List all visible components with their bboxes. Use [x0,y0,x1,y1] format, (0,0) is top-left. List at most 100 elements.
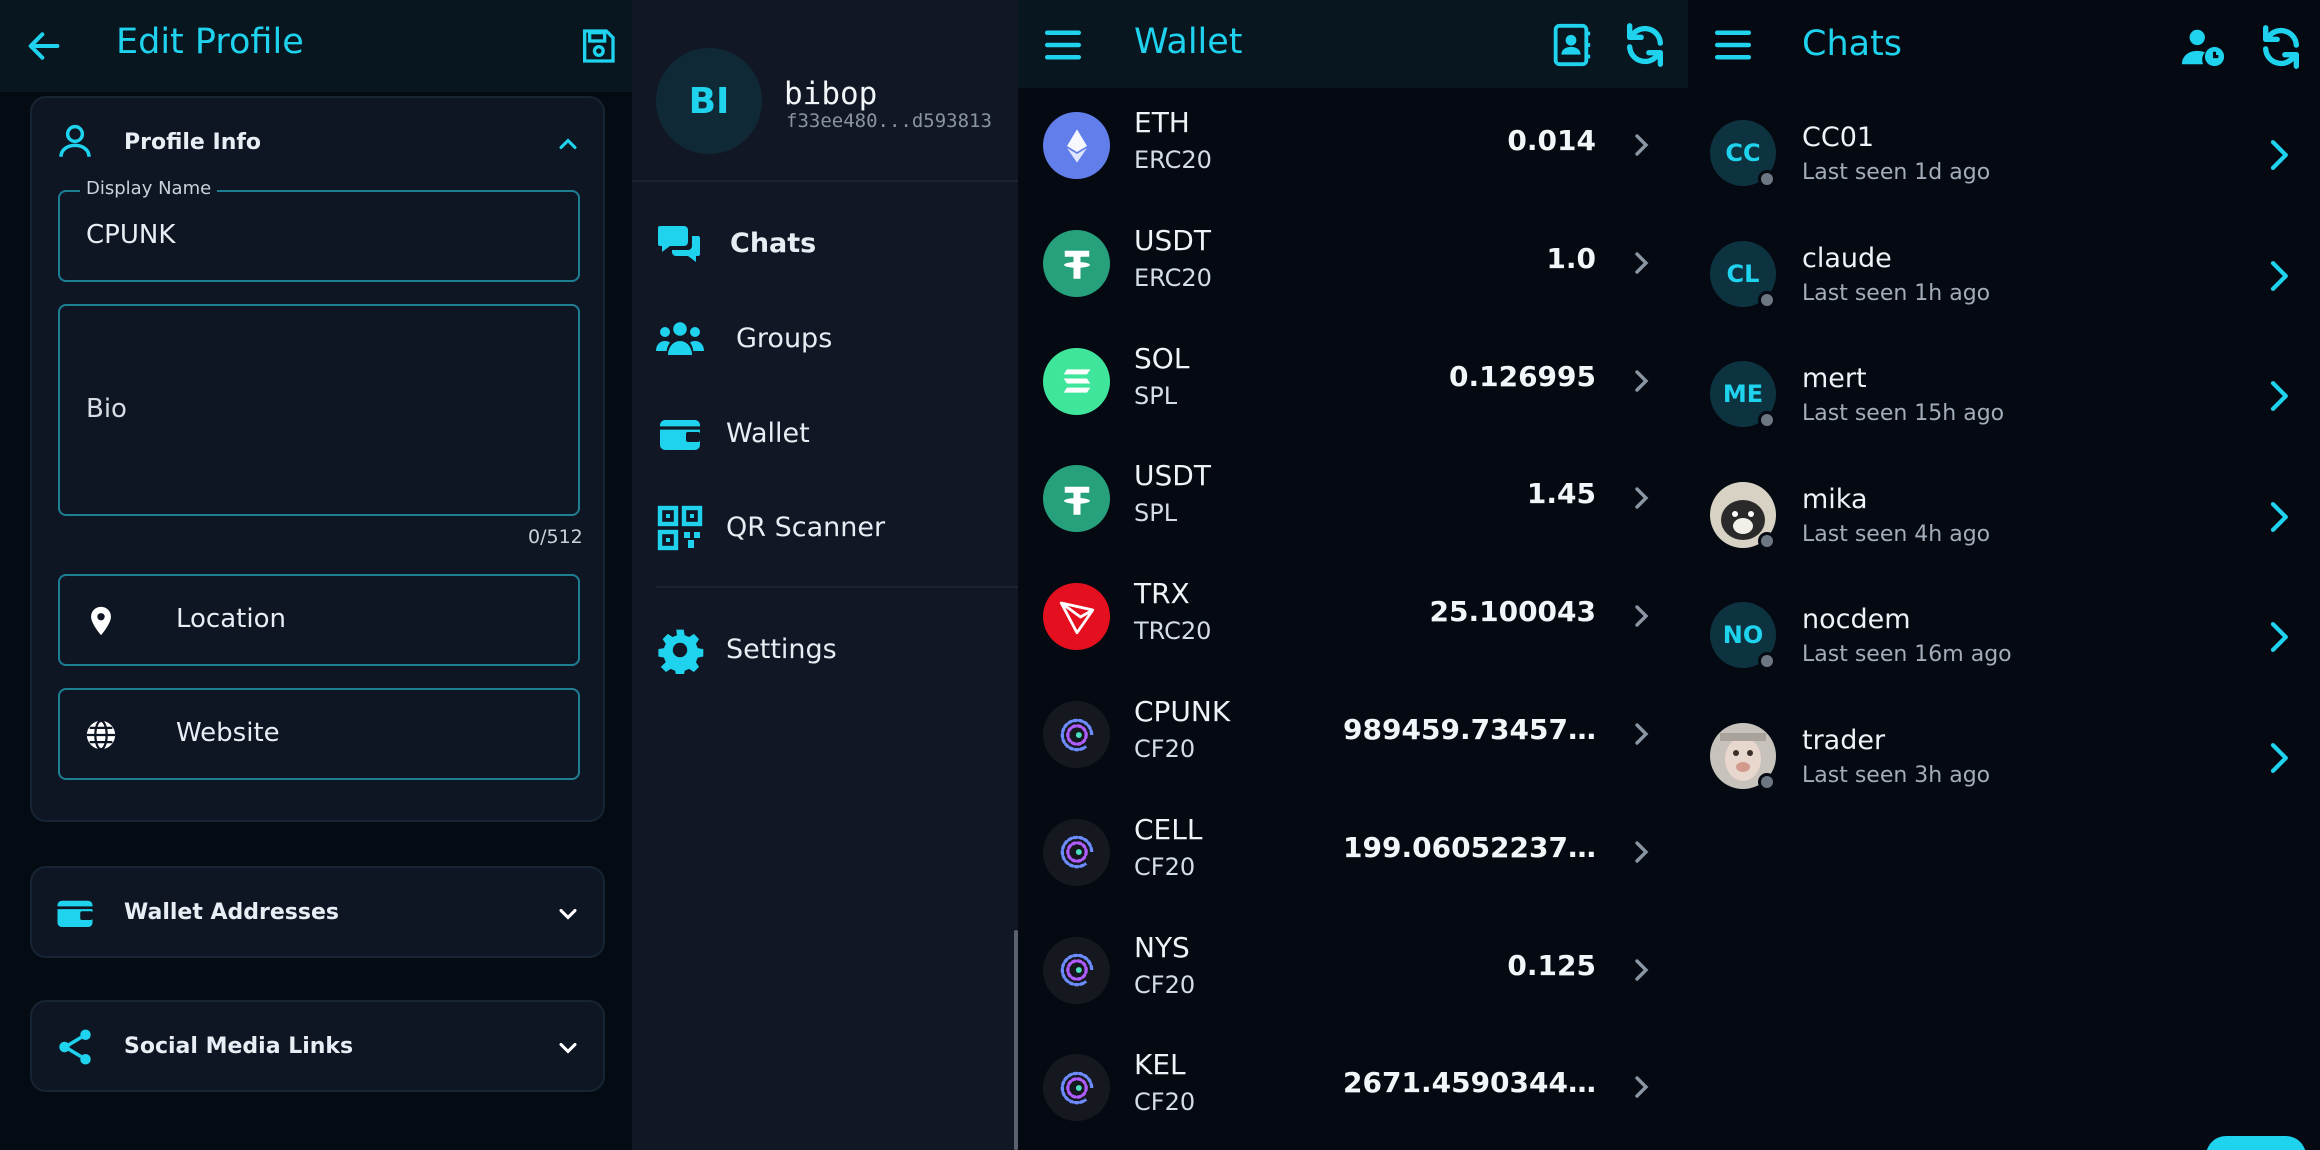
wallet-icon [660,420,700,450]
contact-row[interactable]: CC CC01 Last seen 1d ago [1688,92,2320,213]
token-network: SPL [1134,499,1178,528]
website-field[interactable]: Website [58,688,580,780]
bio-field[interactable]: Bio [58,304,580,516]
token-symbol: TRX [1134,577,1190,611]
wallet-app-bar: Wallet [1018,0,1688,88]
chevron-down-icon[interactable] [554,1034,582,1062]
chevron-right-icon [1635,1076,1649,1099]
globe-icon [86,719,116,751]
page-title: Edit Profile [116,22,304,62]
token-row[interactable]: CELL CF20 199.06052237… [1018,795,1688,913]
page-title: Chats [1802,24,1903,64]
token-network: CF20 [1134,735,1196,763]
token-network: SPL [1134,381,1178,410]
profile-info-header[interactable]: Profile Info [124,130,261,155]
token-balance: 0.126995 [1448,359,1596,393]
token-row[interactable]: USDT ERC20 1.0 [1018,206,1688,324]
token-symbol: NYS [1134,930,1190,964]
token-balance: 989459.73457… [1343,713,1596,746]
token-symbol: SOL [1134,341,1190,375]
contact-row[interactable]: NO nocdem Last seen 16m ago [1688,574,2320,695]
eth-icon [1043,112,1110,179]
page-title: Wallet [1134,22,1243,62]
token-balance: 2671.4590344… [1343,1066,1596,1100]
token-row[interactable]: NYS CF20 0.125 [1018,913,1688,1031]
drawer-divider [632,180,1018,182]
gear-icon [658,629,704,674]
token-symbol: CPUNK [1134,695,1231,728]
drawer-item-chats[interactable]: Chats [632,210,1018,274]
token-network: CF20 [1134,852,1196,881]
token-row[interactable]: CPUNK CF20 989459.73457… [1018,677,1688,795]
cellframe-icon [1043,1054,1110,1122]
contact-row[interactable]: CL claude Last seen 1h ago [1688,213,2320,334]
contact-row[interactable]: trader Last seen 3h ago [1688,695,2320,816]
last-seen: Last seen 16m ago [1802,642,2012,668]
hamburger-menu-icon[interactable] [1712,24,1754,66]
chevron-right-icon [1635,841,1649,863]
back-arrow-icon[interactable] [24,26,64,66]
token-row[interactable]: KEL CF20 2671.4590344… [1018,1030,1688,1148]
refresh-icon[interactable] [1622,22,1668,68]
profile-app-bar: Edit Profile [0,0,632,92]
token-balance: 1.0 [1546,241,1596,275]
person-icon [59,124,91,157]
token-row[interactable]: ETH ERC20 0.014 [1018,88,1688,206]
chevron-down-icon[interactable] [554,900,582,928]
bio-char-counter: 0/512 [528,526,583,548]
location-field[interactable]: Location [58,574,580,666]
token-symbol: USDT [1134,223,1211,257]
token-balance: 0.125 [1507,948,1596,982]
wallet-screen: Wallet ETH ERC20 0.014 USDT ERC20 1.0 SOL SPL 0.… [1018,0,1688,1150]
cellframe-icon [1043,818,1110,886]
refresh-icon[interactable] [2258,24,2304,70]
chevron-right-icon [2270,743,2288,773]
contact-name: nocdem [1802,604,1911,636]
token-row[interactable]: TRX TRC20 25.100043 [1018,559,1688,677]
wallet-addresses-card[interactable]: Wallet Addresses [30,866,605,958]
token-row[interactable]: USDT SPL 1.45 [1018,441,1688,559]
social-links-card[interactable]: Social Media Links [30,1000,605,1092]
website-placeholder: Website [176,718,280,748]
save-icon[interactable] [578,26,618,66]
chevron-right-icon [1635,134,1649,156]
drawer-item-label: Chats [730,228,817,259]
location-pin-icon [91,606,111,636]
chevron-up-icon[interactable] [554,130,582,158]
presence-dot [1758,652,1776,671]
contact-row[interactable]: ME mert Last seen 15h ago [1688,333,2320,454]
chevron-right-icon [2270,622,2288,653]
contact-row[interactable]: mika Last seen 4h ago [1688,454,2320,575]
new-chat-button[interactable] [2206,1136,2306,1150]
qr-scanner-icon [657,505,703,551]
chevron-right-icon [1635,605,1649,627]
share-icon [59,1029,91,1065]
drawer-item-settings[interactable]: Settings [632,616,1018,680]
drawer-item-label: Settings [726,634,837,665]
display-name-field[interactable]: Display Name CPUNK [58,178,580,282]
presence-dot [1758,531,1776,550]
tether-icon [1043,465,1110,533]
contact-requests-icon[interactable] [2180,24,2226,70]
user-avatar[interactable]: BI [656,48,762,154]
drawer-item-label: Groups [736,323,833,354]
wallet-icon [57,900,93,927]
hamburger-menu-icon[interactable] [1042,24,1084,66]
contact-name: mika [1802,483,1868,515]
groups-icon [656,322,704,355]
user-fingerprint: f33ee480...d593813 [786,110,992,132]
username: bibop [784,76,878,112]
token-balance: 0.014 [1507,124,1596,157]
chevron-right-icon [2270,140,2288,170]
contacts-book-icon[interactable] [1548,22,1594,68]
drawer-item-qr-scanner[interactable]: QR Scanner [632,494,1018,558]
display-name-value: CPUNK [86,220,176,250]
presence-dot [1758,411,1776,430]
contact-name: trader [1802,725,1886,756]
token-row[interactable]: SOL SPL 0.126995 [1018,324,1688,442]
drawer-item-wallet[interactable]: Wallet [632,400,1018,464]
drawer-item-groups[interactable]: Groups [632,305,1018,369]
social-links-header: Social Media Links [124,1034,354,1059]
token-network: ERC20 [1134,146,1212,174]
bio-placeholder: Bio [86,394,127,424]
